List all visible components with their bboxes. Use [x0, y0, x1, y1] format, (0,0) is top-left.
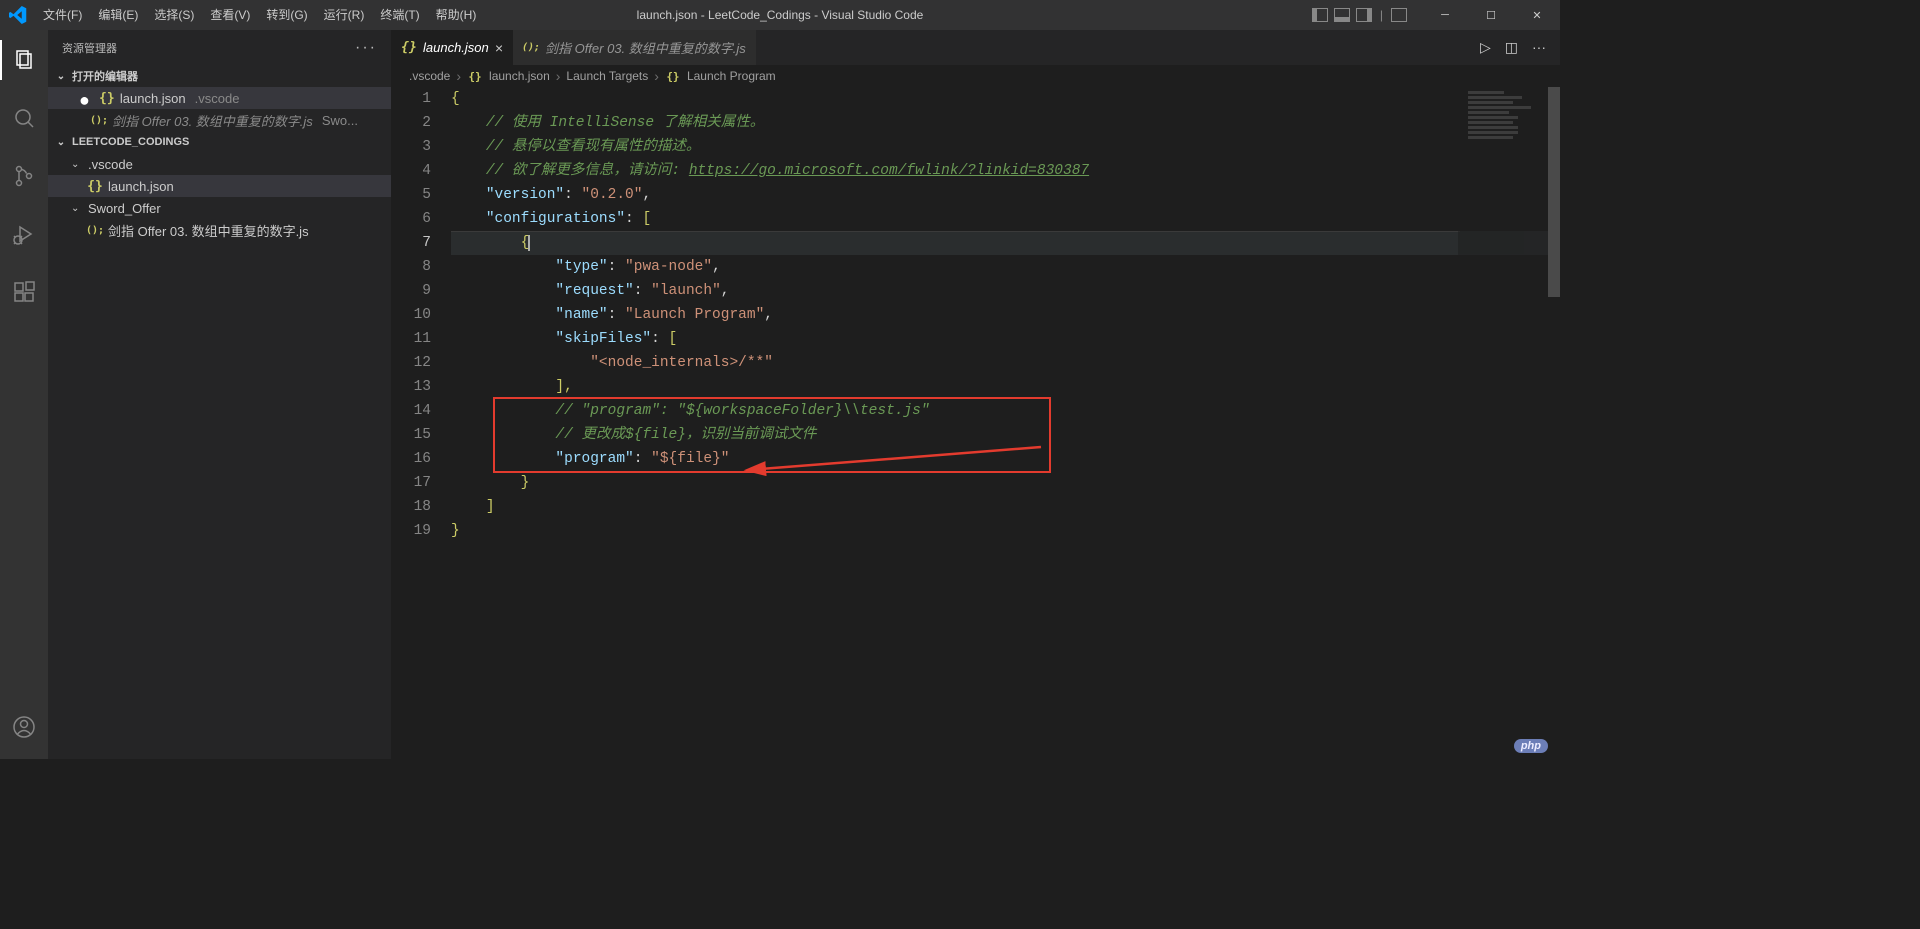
json-file-icon: {}: [99, 90, 115, 106]
activity-search[interactable]: [0, 98, 48, 138]
workspace-label: LEETCODE_CODINGS: [72, 136, 189, 148]
file-name: launch.json: [108, 179, 174, 194]
workspace-header[interactable]: ⌄ LEETCODE_CODINGS: [48, 131, 391, 153]
menu-edit[interactable]: 编辑(E): [90, 0, 146, 30]
code-content[interactable]: { // 使用 IntelliSense 了解相关属性。 // 悬停以查看现有属…: [451, 87, 1560, 759]
activity-explorer[interactable]: [0, 40, 48, 80]
explorer-more-icon[interactable]: ···: [355, 39, 377, 57]
menu-run[interactable]: 运行(R): [316, 0, 373, 30]
activity-debug[interactable]: [0, 214, 48, 254]
menu-view[interactable]: 查看(V): [202, 0, 258, 30]
file-path: .vscode: [195, 91, 240, 106]
file-item[interactable]: (); 剑指 Offer 03. 数组中重复的数字.js: [48, 219, 391, 241]
file-item[interactable]: {} launch.json: [48, 175, 391, 197]
editor-scrollbar[interactable]: [1548, 87, 1560, 759]
explorer-sidebar: 资源管理器 ··· ⌄ 打开的编辑器 ● {} launch.json .vsc…: [48, 30, 391, 759]
maximize-button[interactable]: ☐: [1468, 0, 1514, 30]
open-editor-item[interactable]: (); 剑指 Offer 03. 数组中重复的数字.js Swo...: [48, 109, 391, 131]
split-editor-icon[interactable]: ◫: [1505, 39, 1518, 56]
js-file-icon: ();: [91, 112, 107, 128]
chevron-down-icon: ⌄: [54, 137, 68, 148]
layout-sep: |: [1380, 8, 1383, 22]
close-icon[interactable]: ×: [495, 40, 503, 56]
tabs-bar: {} launch.json × (); 剑指 Offer 03. 数组中重复的…: [391, 30, 1560, 65]
json-file-icon: {}: [467, 68, 483, 84]
activity-bar: [0, 30, 48, 759]
chevron-right-icon: ›: [456, 68, 461, 84]
folder-item[interactable]: ⌄ .vscode: [48, 153, 391, 175]
menu-go[interactable]: 转到(G): [258, 0, 315, 30]
menu-file[interactable]: 文件(F): [35, 0, 90, 30]
layout-icons: |: [1312, 8, 1407, 22]
open-editor-item[interactable]: ● {} launch.json .vscode: [48, 87, 391, 109]
menu-selection[interactable]: 选择(S): [146, 0, 202, 30]
folder-name: .vscode: [88, 157, 133, 172]
folder-name: Sword_Offer: [88, 201, 161, 216]
js-file-icon: ();: [87, 222, 103, 238]
chevron-down-icon: ⌄: [71, 159, 83, 170]
code-editor[interactable]: 12345678910111213141516171819 { // 使用 In…: [391, 87, 1560, 759]
open-editors-header[interactable]: ⌄ 打开的编辑器: [48, 65, 391, 87]
json-file-icon: {}: [665, 68, 681, 84]
menu-help[interactable]: 帮助(H): [428, 0, 485, 30]
open-editors-label: 打开的编辑器: [72, 68, 138, 84]
json-file-icon: {}: [87, 178, 103, 194]
folder-item[interactable]: ⌄ Sword_Offer: [48, 197, 391, 219]
layout-icon[interactable]: [1356, 8, 1372, 22]
window-title: launch.json - LeetCode_Codings - Visual …: [637, 8, 924, 22]
titlebar: 文件(F) 编辑(E) 选择(S) 查看(V) 转到(G) 运行(R) 终端(T…: [0, 0, 1560, 30]
vscode-icon: [0, 6, 35, 24]
file-path: Swo...: [322, 113, 358, 128]
chevron-right-icon: ›: [654, 68, 659, 84]
chevron-down-icon: ⌄: [71, 203, 83, 214]
layout-icon[interactable]: [1312, 8, 1328, 22]
file-name: launch.json: [120, 91, 186, 106]
breadcrumb-item[interactable]: launch.json: [489, 69, 550, 83]
explorer-title: 资源管理器: [62, 40, 117, 56]
tab-launch-json[interactable]: {} launch.json ×: [391, 30, 513, 65]
file-name: 剑指 Offer 03. 数组中重复的数字.js: [108, 221, 309, 240]
php-badge: php: [1514, 739, 1548, 753]
breadcrumb-item[interactable]: Launch Program: [687, 69, 776, 83]
file-name: 剑指 Offer 03. 数组中重复的数字.js: [112, 111, 313, 130]
breadcrumb-item[interactable]: Launch Targets: [566, 69, 648, 83]
window-controls: | ─ ☐ ✕: [1312, 0, 1560, 30]
chevron-right-icon: ›: [556, 68, 561, 84]
minimize-button[interactable]: ─: [1422, 0, 1468, 30]
run-icon[interactable]: ▷: [1480, 39, 1491, 56]
close-button[interactable]: ✕: [1514, 0, 1560, 30]
breadcrumb-item[interactable]: .vscode: [409, 69, 450, 83]
editor-area: {} launch.json × (); 剑指 Offer 03. 数组中重复的…: [391, 30, 1560, 759]
layout-icon[interactable]: [1391, 8, 1407, 22]
layout-icon[interactable]: [1334, 8, 1350, 22]
activity-extensions[interactable]: [0, 272, 48, 312]
minimap[interactable]: [1458, 87, 1548, 759]
more-icon[interactable]: ···: [1532, 39, 1546, 56]
tab-label: launch.json: [423, 40, 489, 55]
tab-sword-js[interactable]: (); 剑指 Offer 03. 数组中重复的数字.js: [513, 30, 756, 65]
json-file-icon: {}: [401, 40, 417, 56]
activity-scm[interactable]: [0, 156, 48, 196]
activity-accounts[interactable]: [0, 707, 48, 747]
line-numbers: 12345678910111213141516171819: [391, 87, 451, 759]
menu-bar: 文件(F) 编辑(E) 选择(S) 查看(V) 转到(G) 运行(R) 终端(T…: [35, 0, 484, 30]
chevron-down-icon: ⌄: [54, 71, 68, 82]
menu-terminal[interactable]: 终端(T): [372, 0, 427, 30]
js-file-icon: ();: [523, 40, 539, 56]
breadcrumbs[interactable]: .vscode › {} launch.json › Launch Target…: [391, 65, 1560, 87]
tab-label: 剑指 Offer 03. 数组中重复的数字.js: [545, 38, 746, 57]
